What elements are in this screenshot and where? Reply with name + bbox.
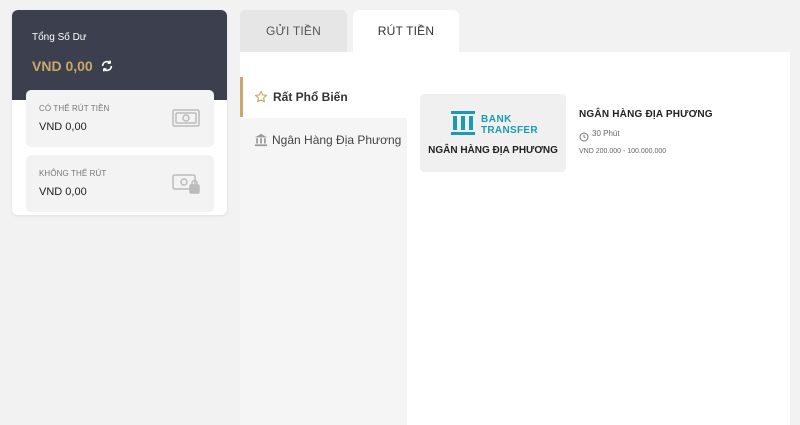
method-menu [240,118,407,425]
bank-logo-line2: TRANSFER [481,125,538,136]
bank-logo-caption: NGÂN HÀNG ĐỊA PHƯƠNG [428,145,558,156]
menu-item-local-bank[interactable]: Ngân Hàng Địa Phương [240,120,407,160]
withdrawable-card: CÓ THỂ RÚT TIỀN VND 0,00 [26,90,214,147]
money-icon [172,109,200,127]
refresh-icon[interactable] [100,59,114,73]
star-icon [254,90,268,104]
clock-icon [579,129,589,142]
withdrawable-label: CÓ THỂ RÚT TIỀN [39,104,110,113]
amount-limits: VND 200.000 - 100.000.000 [579,148,667,155]
processing-time: 30 Phút [592,129,620,138]
locked-card: KHÔNG THỂ RÚT VND 0,00 [26,155,214,212]
menu-label-popular: Rất Phổ Biến [273,90,348,104]
bank-logo-line1: BANK [481,114,512,125]
balance-card: Tổng Số Dư VND 0,00 CÓ THỂ RÚT TIỀN VND … [12,10,227,215]
tab-deposit[interactable]: GỬI TIỀN [240,10,347,52]
tab-withdraw[interactable]: RÚT TIỀN [353,10,459,52]
menu-item-popular[interactable]: Rất Phổ Biến [240,77,407,117]
locked-value: VND 0,00 [39,186,87,198]
menu-label-local-bank: Ngân Hàng Địa Phương [272,133,402,147]
bank-icon [254,133,268,147]
withdrawable-value: VND 0,00 [39,121,87,133]
balance-amount: VND 0,00 [32,58,93,74]
bank-transfer-logo-icon [450,111,476,135]
bank-transfer-option[interactable]: BANK TRANSFER NGÂN HÀNG ĐỊA PHƯƠNG [420,94,566,172]
money-lock-icon [172,174,200,194]
balance-header: Tổng Số Dư VND 0,00 [12,10,227,100]
balance-title: Tổng Số Dư [32,32,87,43]
bank-name: NGÂN HÀNG ĐỊA PHƯƠNG [579,109,713,120]
locked-label: KHÔNG THỂ RÚT [39,169,107,178]
